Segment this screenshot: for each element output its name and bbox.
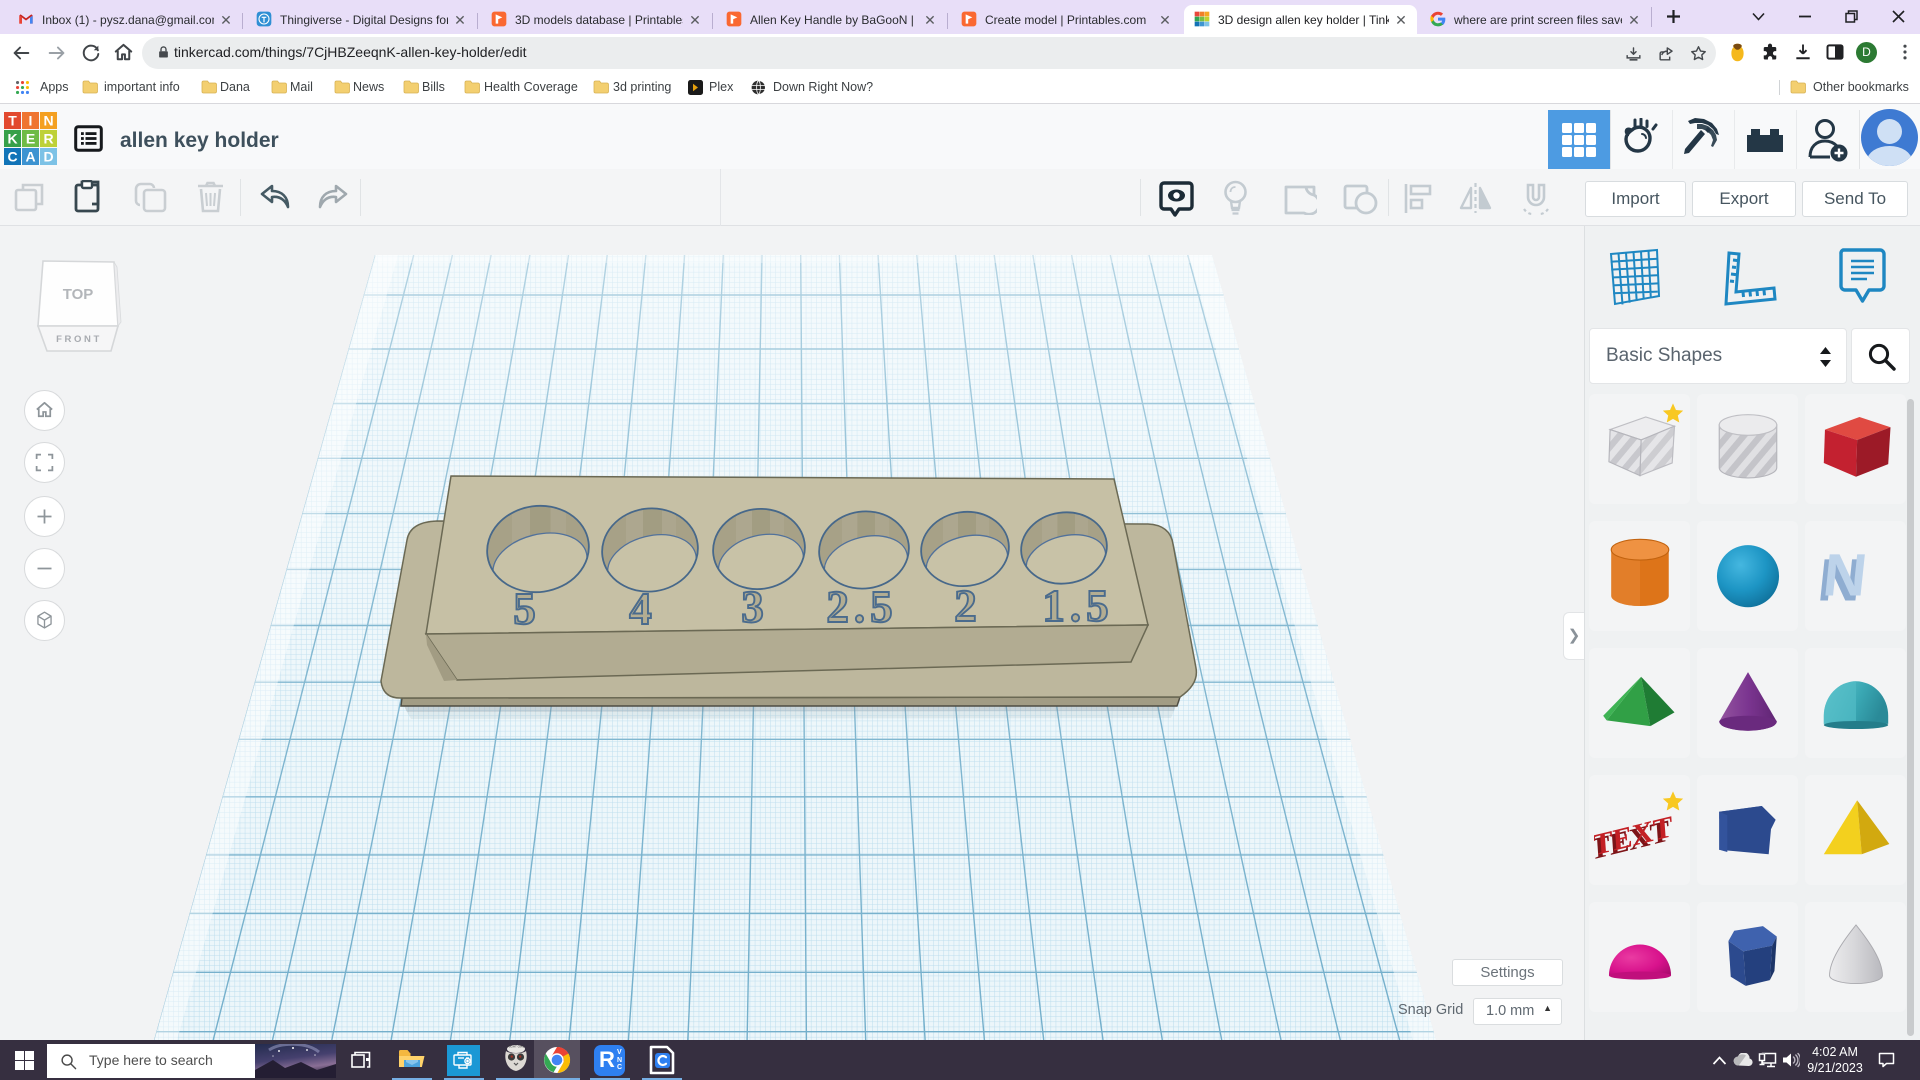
svg-text:D: D [43, 149, 53, 165]
svg-text:3: 3 [741, 582, 769, 632]
svg-text:R: R [43, 131, 53, 147]
svg-text:E: E [26, 131, 35, 147]
svg-text:5: 5 [513, 584, 541, 634]
svg-text:C: C [7, 149, 17, 165]
svg-text:2.5: 2.5 [826, 582, 897, 632]
svg-text:I: I [29, 113, 33, 129]
svg-text:4: 4 [629, 584, 657, 634]
svg-text:TOP: TOP [63, 286, 94, 303]
svg-text:NIGHT OWL: NIGHT OWL [508, 1045, 525, 1049]
svg-text:FRONT: FRONT [56, 334, 102, 345]
svg-text:K: K [7, 131, 17, 147]
svg-text:2: 2 [954, 581, 982, 631]
svg-text:N: N [43, 113, 53, 129]
svg-text:N: N [1820, 542, 1870, 609]
svg-text:1.5: 1.5 [1042, 581, 1113, 631]
svg-text:T: T [8, 113, 17, 129]
svg-text:A: A [25, 149, 35, 165]
